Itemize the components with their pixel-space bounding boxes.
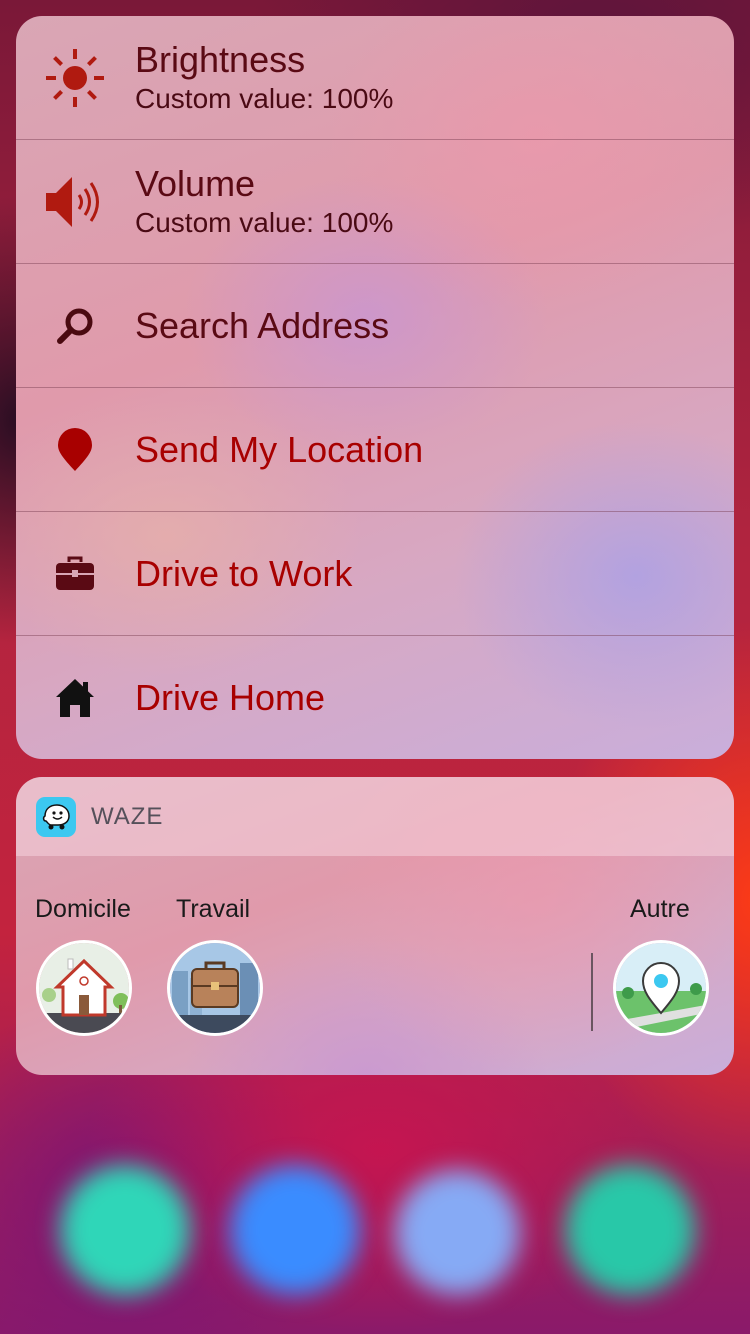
- brightness-subtitle: Custom value: 100%: [135, 82, 394, 114]
- drive-to-work-action[interactable]: Drive to Work: [16, 512, 734, 636]
- volume-action[interactable]: Volume Custom value: 100%: [16, 140, 734, 264]
- quick-actions-menu: Brightness Custom value: 100% Volume Cus…: [16, 16, 734, 759]
- location-pin-icon: [44, 419, 106, 481]
- work-destination-button[interactable]: [167, 940, 263, 1036]
- search-address-action[interactable]: Search Address: [16, 264, 734, 388]
- drive-home-action[interactable]: Drive Home: [16, 636, 734, 759]
- domicile-label: Domicile: [35, 895, 131, 923]
- destinations-separator: [591, 953, 593, 1031]
- waze-widget: WAZE Domicile Travail Autre: [16, 777, 734, 1075]
- widget-header[interactable]: WAZE: [16, 777, 734, 856]
- send-location-action[interactable]: Send My Location: [16, 388, 734, 512]
- search-icon: [44, 295, 106, 357]
- volume-subtitle: Custom value: 100%: [135, 206, 394, 238]
- drive-to-work-label: Drive to Work: [135, 552, 353, 594]
- autre-label: Autre: [630, 895, 690, 923]
- other-pin-illustration-icon: [616, 943, 706, 1033]
- speaker-icon: [44, 171, 106, 233]
- briefcase-icon: [44, 543, 106, 605]
- widget-app-name: WAZE: [91, 802, 164, 830]
- volume-title: Volume: [135, 162, 256, 204]
- search-address-label: Search Address: [135, 304, 390, 346]
- dock-app-blur-3: [395, 1170, 520, 1295]
- sun-icon: [44, 47, 106, 109]
- home-illustration-icon: [39, 943, 129, 1033]
- send-location-label: Send My Location: [135, 428, 424, 470]
- travail-label: Travail: [176, 895, 251, 923]
- brightness-title: Brightness: [135, 38, 306, 80]
- house-icon: [44, 667, 106, 729]
- dock-app-blur-1: [60, 1165, 190, 1295]
- other-destination-button[interactable]: [613, 940, 709, 1036]
- work-illustration-icon: [170, 943, 260, 1033]
- waze-logo-icon: [36, 796, 76, 837]
- home-destination-button[interactable]: [36, 940, 132, 1036]
- brightness-action[interactable]: Brightness Custom value: 100%: [16, 16, 734, 140]
- dock-app-blur-4: [565, 1165, 695, 1295]
- drive-home-label: Drive Home: [135, 677, 326, 718]
- dock-app-blur-2: [230, 1165, 360, 1295]
